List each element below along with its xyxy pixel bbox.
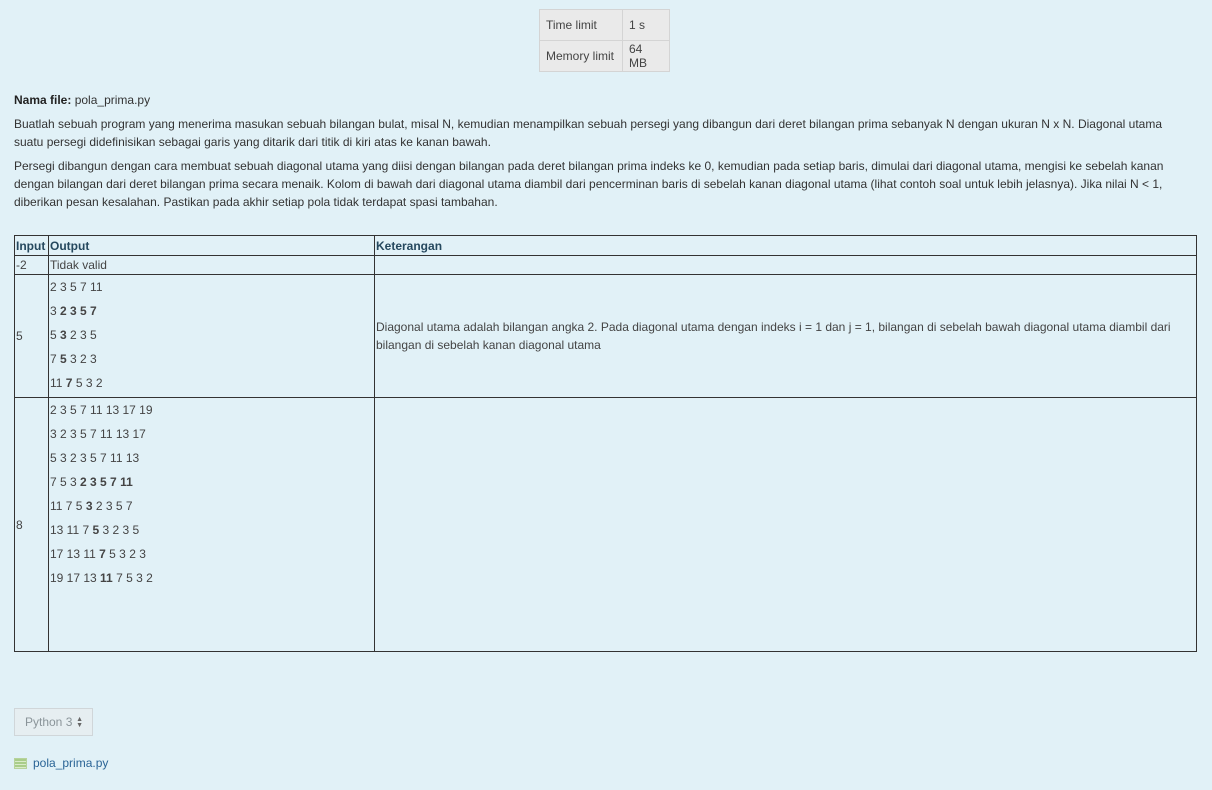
output-segment: 19 17 13 [50,571,101,585]
memory-limit-row: Memory limit 64 MB [539,40,670,72]
output-segment: 17 13 11 [50,547,100,561]
example-row: 8 2 3 5 7 11 13 17 19 3 2 3 5 7 11 13 17 5… [14,397,1197,652]
example-note: Diagonal utama adalah bilangan angka 2. … [374,274,1197,398]
output-segment: Tidak valid [50,258,107,272]
output-segment: 11 [50,376,66,390]
header-keterangan: Keterangan [374,235,1197,256]
example-input: -2 [14,255,49,275]
header-output: Output [48,235,375,256]
filename-line: Nama file: pola_prima.py [14,91,1194,109]
output-diagonal-segment: 2 3 5 7 11 [80,475,133,489]
output-line: 7 5 3 2 3 [50,347,373,371]
output-segment: 2 3 5 [66,328,97,342]
output-segment: 3 2 3 [66,352,97,366]
examples-table: Input Output Keterangan -2 Tidak valid 5… [14,235,1197,652]
language-select-value: Python 3 [25,715,73,729]
header-input: Input [14,235,49,256]
updown-arrow-icon: ▲ ▼ [76,716,83,729]
filename-value: pola_prima.py [74,93,151,107]
output-line: 11 7 5 3 2 3 5 7 [50,494,373,518]
output-diagonal-segment: 7 [99,547,106,561]
output-line: 5 3 2 3 5 [50,323,373,347]
output-segment: 7 5 3 [50,475,81,489]
output-line: 5 3 2 3 5 7 11 13 [50,446,373,470]
description-paragraph-1: Buatlah sebuah program yang menerima mas… [14,117,1163,149]
file-download-link[interactable]: pola_prima.py [14,756,108,770]
example-note [374,255,1197,275]
memory-limit-label: Memory limit [539,40,623,72]
output-diagonal-segment: 11 [100,571,113,585]
language-select[interactable]: Python 3 ▲ ▼ [14,708,93,736]
output-segment: 5 3 2 3 [105,547,146,561]
time-limit-value: 1 s [622,9,670,41]
memory-limit-value: 64 MB [622,40,670,72]
time-limit-row: Time limit 1 s [539,9,670,41]
example-output: Tidak valid [48,255,375,275]
time-limit-label: Time limit [539,9,623,41]
output-segment: 3 2 3 5 7 11 13 17 [50,427,146,441]
output-segment: 7 [50,352,61,366]
example-note [374,397,1197,652]
output-line: Tidak valid [50,256,373,274]
limits-table: Time limit 1 s Memory limit 64 MB [539,9,670,72]
output-diagonal-segment: 2 3 5 7 [60,304,97,318]
problem-description: Nama file: pola_prima.py Buatlah sebuah … [14,91,1194,217]
output-line: 3 2 3 5 7 [50,299,373,323]
output-line: 2 3 5 7 11 [50,275,373,299]
output-line: 2 3 5 7 11 13 17 19 [50,398,373,422]
output-line: 17 13 11 7 5 3 2 3 [50,542,373,566]
example-output: 2 3 5 7 11 3 2 3 5 75 3 2 3 57 5 3 2 3 11 … [48,274,375,398]
example-output: 2 3 5 7 11 13 17 19 3 2 3 5 7 11 13 17 5 3… [48,397,375,652]
output-segment: 5 [50,328,61,342]
output-segment: 2 3 5 7 11 13 17 19 [50,403,153,417]
output-line: 7 5 3 2 3 5 7 11 [50,470,373,494]
output-line: 19 17 13 11 7 5 3 2 [50,566,373,590]
output-segment: 7 5 3 2 [112,571,153,585]
example-row: -2 Tidak valid [14,255,1197,275]
filename-label: Nama file: [14,93,72,107]
examples-header-row: Input Output Keterangan [14,235,1197,256]
description-paragraph-2: Persegi dibangun dengan cara membuat seb… [14,159,1164,209]
file-link-label: pola_prima.py [33,756,109,770]
output-segment: 11 7 5 [50,499,86,513]
file-icon [14,757,27,769]
output-segment: 3 [50,304,61,318]
output-segment: 13 11 7 [50,523,93,537]
output-segment: 2 3 5 7 11 [50,280,103,294]
output-line: 13 11 7 5 3 2 3 5 [50,518,373,542]
output-segment: 5 3 2 3 5 7 11 13 [50,451,140,465]
example-input: 8 [14,397,49,652]
output-diagonal-segment: 3 [85,499,93,513]
output-segment: 3 2 3 5 [99,523,140,537]
output-diagonal-segment: 3 [60,328,67,342]
example-row: 5 2 3 5 7 11 3 2 3 5 75 3 2 3 57 5 3 2 31… [14,274,1197,398]
example-input: 5 [14,274,49,398]
output-diagonal-segment: 5 [60,352,67,366]
output-segment: 2 3 5 7 [92,499,133,513]
output-segment: 5 3 2 [72,376,103,390]
output-line: 11 7 5 3 2 [50,371,373,395]
output-line: 3 2 3 5 7 11 13 17 [50,422,373,446]
